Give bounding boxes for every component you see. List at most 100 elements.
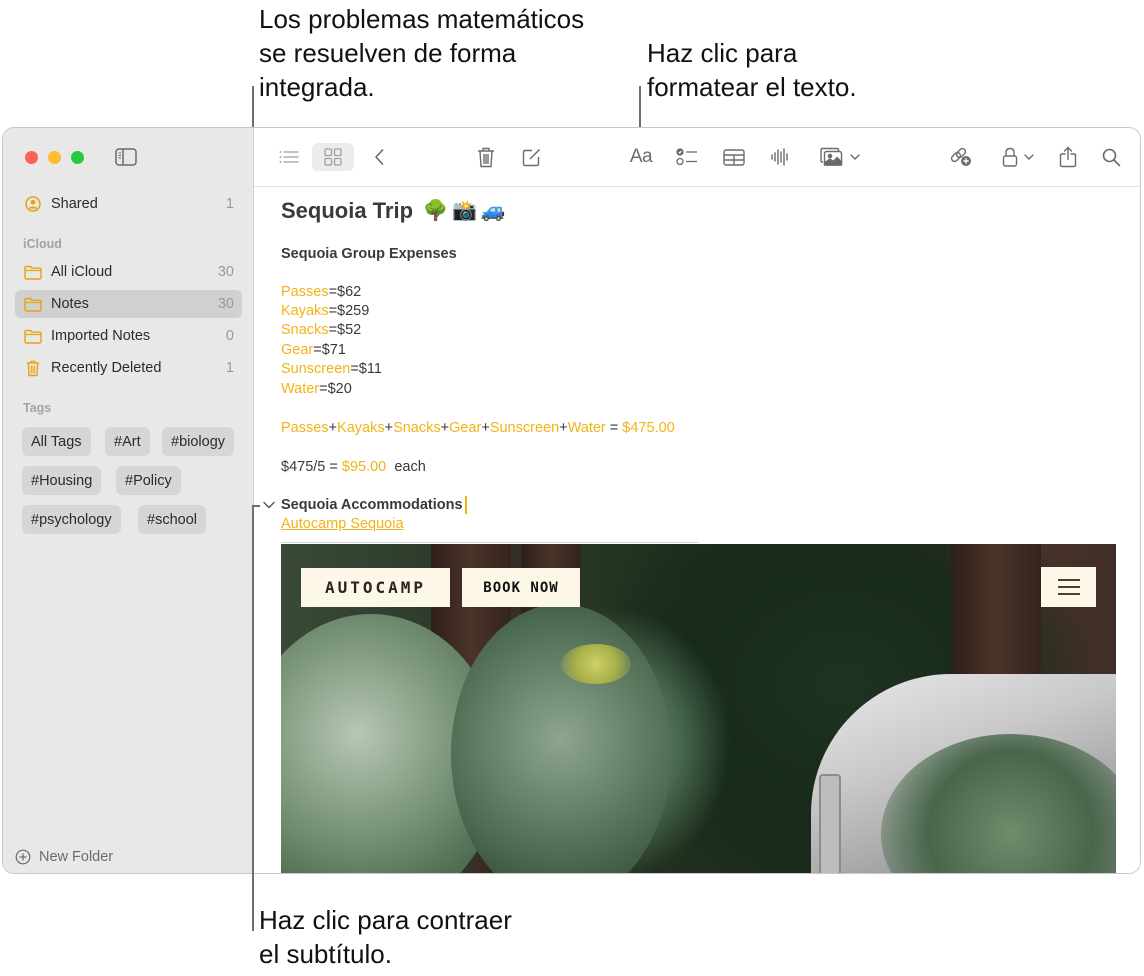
chevron-left-icon: [375, 149, 384, 165]
tag-housing[interactable]: #Housing: [22, 466, 102, 495]
sidebar-item-count: 30: [217, 264, 234, 280]
format-text-button[interactable]: Aa: [626, 143, 656, 171]
gallery-view-button[interactable]: [312, 143, 354, 171]
sidebar-item-shared[interactable]: Shared 1: [15, 190, 242, 218]
sum-variable: Snacks: [393, 420, 441, 436]
division-expression: $475/5 = $95.00 each: [281, 459, 426, 475]
expense-value: $259: [337, 303, 370, 319]
tag-art[interactable]: #Art: [105, 427, 150, 456]
expense-value: $20: [327, 381, 352, 397]
compose-note-button[interactable]: [519, 143, 543, 171]
search-button[interactable]: [1099, 143, 1123, 171]
callout-format-line-1: Haz clic para: [647, 38, 798, 68]
sidebar-item-notes[interactable]: Notes 30: [15, 290, 242, 318]
tree-emoji-icon: 🌳: [423, 200, 448, 222]
expense-value: $11: [358, 361, 382, 377]
sidebar-item-label: Notes: [51, 296, 89, 312]
callout-math-line-2: se resuelven de forma: [259, 38, 517, 68]
notes-window: Shared 1 iCloud All iCloud 30 Notes 30 I…: [2, 127, 1141, 874]
folder-icon: [23, 327, 43, 345]
zoom-window-button[interactable]: [71, 151, 84, 164]
media-menu-button[interactable]: [817, 143, 863, 171]
collaborate-button[interactable]: [948, 143, 974, 171]
share-button[interactable]: [1056, 143, 1080, 171]
autocamp-logo: AUTOCAMP: [301, 568, 450, 607]
trash-icon: [478, 147, 494, 167]
tag-school[interactable]: #school: [138, 505, 206, 534]
sum-expression: Passes+Kayaks+Snacks+Gear+Sunscreen+Wate…: [281, 420, 675, 436]
trash-icon: [23, 359, 43, 377]
car-emoji-icon: 🚙: [480, 200, 506, 222]
expense-variable: Water: [281, 381, 320, 397]
folder-icon: [23, 263, 43, 281]
sidebar-toggle-icon[interactable]: [115, 148, 137, 166]
search-icon: [1102, 148, 1120, 166]
delete-note-button[interactable]: [474, 143, 498, 171]
expense-variable: Passes: [281, 284, 329, 300]
callout-collapse-line-2: el subtítulo.: [259, 939, 392, 969]
sidebar-item-label: Imported Notes: [51, 328, 151, 344]
sidebar-item-imported-notes[interactable]: Imported Notes 0: [15, 322, 242, 350]
section-heading-text: Sequoia Accommodations: [281, 497, 463, 513]
expense-line: Gear=$71: [281, 342, 346, 358]
waveform-icon: [771, 148, 788, 166]
lock-icon: [1002, 147, 1018, 167]
autocamp-link[interactable]: Autocamp Sequoia: [281, 516, 404, 532]
share-icon: [1059, 146, 1077, 168]
tag-biology[interactable]: #biology: [162, 427, 235, 456]
new-folder-label: New Folder: [39, 849, 114, 865]
collapse-section-chevron-icon[interactable]: [263, 500, 275, 510]
sum-variable: Sunscreen: [489, 420, 560, 436]
text-cursor: [464, 496, 467, 514]
expense-variable: Gear: [281, 342, 314, 358]
sidebar-item-recently-deleted[interactable]: Recently Deleted 1: [15, 354, 242, 382]
tags-section-label: Tags: [23, 401, 52, 415]
table-button[interactable]: [721, 143, 747, 171]
math-result[interactable]: $95.00: [342, 459, 386, 475]
note-subheading: Sequoia Group Expenses: [281, 246, 457, 262]
expense-variable: Kayaks: [281, 303, 329, 319]
expense-variable: Sunscreen: [281, 361, 351, 377]
minimize-window-button[interactable]: [48, 151, 61, 164]
new-folder-button[interactable]: New Folder: [15, 849, 113, 865]
link-preview-image[interactable]: AUTOCAMP BOOK NOW: [281, 544, 1116, 873]
compose-icon: [522, 148, 540, 166]
close-window-button[interactable]: [25, 151, 38, 164]
camera-flash-emoji-icon: 📸: [451, 200, 477, 222]
sidebar-item-all-icloud[interactable]: All iCloud 30: [15, 258, 242, 286]
sidebar-item-label: All iCloud: [51, 264, 113, 280]
expense-line: Kayaks=$259: [281, 303, 370, 319]
division-suffix: each: [394, 459, 426, 475]
sum-variable: Kayaks: [337, 420, 385, 436]
folder-icon: [23, 295, 43, 313]
tag-psychology[interactable]: #psychology: [22, 505, 121, 534]
icloud-section-label: iCloud: [23, 237, 62, 251]
checklist-button[interactable]: [674, 143, 700, 171]
back-button[interactable]: [368, 143, 390, 171]
sidebar-item-count: 1: [225, 360, 234, 376]
chevron-down-icon: [850, 154, 860, 160]
sidebar-item-label: Shared: [51, 196, 98, 212]
callout-math: Los problemas matemáticos se resuelven d…: [259, 2, 584, 104]
sidebar-item-count: 30: [217, 296, 234, 312]
lock-menu-button[interactable]: [998, 143, 1038, 171]
list-view-button[interactable]: [276, 143, 302, 171]
chevron-down-icon: [1024, 154, 1034, 160]
expense-line: Sunscreen=$11: [281, 361, 382, 377]
tag-policy[interactable]: #Policy: [116, 466, 181, 495]
list-icon: [279, 151, 299, 163]
checklist-icon: [676, 148, 697, 166]
division-expr-text: $475/5: [281, 459, 326, 475]
toolbar: Aa: [254, 128, 1140, 187]
table-icon: [723, 148, 745, 166]
expense-value: $52: [337, 322, 362, 338]
sum-variable: Passes: [281, 420, 329, 436]
hamburger-menu-icon: [1041, 567, 1096, 607]
sum-variable: Water: [567, 420, 606, 436]
tag-all-tags[interactable]: All Tags: [22, 427, 91, 456]
callout-collapse-line-1: Haz clic para contraer: [259, 905, 512, 935]
math-result[interactable]: $475.00: [622, 420, 674, 436]
audio-record-button[interactable]: [768, 143, 792, 171]
expense-line: Water=$20: [281, 381, 352, 397]
note-editor[interactable]: Sequoia Trip 🌳 📸 🚙 Sequoia Group Expense…: [254, 188, 1140, 873]
